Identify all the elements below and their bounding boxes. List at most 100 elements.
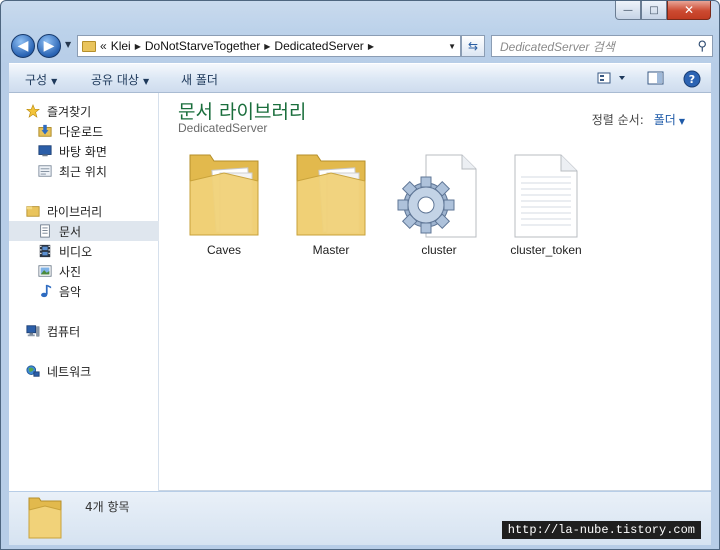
caption-buttons: — □ ✕ xyxy=(615,1,711,21)
folder-icon xyxy=(28,497,62,539)
command-bar: 구성 ▼ 공유 대상 ▼ 새 폴더 ? xyxy=(9,63,711,93)
help-button[interactable]: ? xyxy=(683,70,701,91)
nav-label: 라이브러리 xyxy=(47,204,103,219)
breadcrumb-item[interactable]: Klei xyxy=(111,39,131,53)
nav-computer[interactable]: 컴퓨터 xyxy=(9,321,159,341)
nav-label: 바탕 화면 xyxy=(59,144,107,159)
documents-icon xyxy=(40,224,50,238)
nav-label: 다운로드 xyxy=(59,124,104,139)
new-folder-label: 새 폴더 xyxy=(181,73,218,87)
nav-label: 비디오 xyxy=(59,244,93,259)
file-name: Master xyxy=(312,243,350,257)
recent-places-icon xyxy=(38,165,52,177)
search-placeholder: DedicatedServer 검색 xyxy=(500,39,615,54)
new-folder-button[interactable]: 새 폴더 xyxy=(181,71,218,88)
share-button[interactable]: 공유 대상 ▼ xyxy=(91,71,149,88)
navigation-pane: 즐겨찾기 다운로드 바탕 화면 최근 위치 라이브러리 문서 비디오 사진 음악… xyxy=(9,93,159,491)
chevron-right-icon[interactable]: ▶ xyxy=(264,42,270,51)
nav-item-recent-places[interactable]: 최근 위치 xyxy=(9,161,159,181)
file-name: cluster_token xyxy=(510,243,582,257)
nav-label: 음악 xyxy=(59,284,82,299)
svg-text:?: ? xyxy=(689,73,695,86)
nav-favorites[interactable]: 즐겨찾기 xyxy=(9,101,159,121)
file-item-caves[interactable]: Caves xyxy=(169,149,279,259)
refresh-icon: ⇆ xyxy=(467,39,479,53)
library-icon xyxy=(26,206,40,217)
back-button[interactable]: ◀ xyxy=(11,34,35,58)
file-item-cluster-token[interactable]: cluster_token xyxy=(491,149,601,259)
nav-label: 즐겨찾기 xyxy=(47,104,92,119)
network-icon xyxy=(26,365,40,377)
nav-item-documents[interactable]: 문서 xyxy=(9,221,159,241)
sort-value[interactable]: 폴더 xyxy=(654,113,676,127)
breadcrumb-overflow[interactable]: « xyxy=(100,39,107,53)
maximize-button[interactable]: □ xyxy=(641,1,667,20)
library-subtitle: DedicatedServer xyxy=(178,121,268,135)
nav-label: 사진 xyxy=(59,264,82,279)
file-item-master[interactable]: Master xyxy=(276,149,386,259)
breadcrumb-item[interactable]: DedicatedServer xyxy=(274,39,363,53)
chevron-right-icon[interactable]: ▶ xyxy=(135,42,141,51)
share-label: 공유 대상 xyxy=(91,73,139,87)
pictures-icon xyxy=(38,265,52,277)
content-area: 즐겨찾기 다운로드 바탕 화면 최근 위치 라이브러리 문서 비디오 사진 음악… xyxy=(9,93,711,491)
music-note-icon xyxy=(41,284,52,298)
file-name: Caves xyxy=(206,243,241,257)
breadcrumb-item[interactable]: DoNotStarveTogether xyxy=(145,39,260,53)
nav-item-downloads[interactable]: 다운로드 xyxy=(9,121,159,141)
nav-label: 최근 위치 xyxy=(59,164,107,179)
nav-network[interactable]: 네트워크 xyxy=(9,361,159,381)
file-name: cluster xyxy=(421,243,457,257)
nav-item-desktop[interactable]: 바탕 화면 xyxy=(9,141,159,161)
nav-item-videos[interactable]: 비디오 xyxy=(9,241,159,261)
explorer-window: — □ ✕ ◀ ▶ ▼ « Klei ▶ DoNotStarveTogether… xyxy=(0,0,720,550)
nav-label: 컴퓨터 xyxy=(47,324,81,339)
nav-libraries[interactable]: 라이브러리 xyxy=(9,201,159,221)
folder-icon xyxy=(189,154,259,236)
chevron-down-icon: ▼ xyxy=(51,77,58,86)
star-icon xyxy=(26,104,40,118)
navigation-bar: ◀ ▶ ▼ « Klei ▶ DoNotStarveTogether ▶ Ded… xyxy=(9,31,713,59)
minimize-button[interactable]: — xyxy=(615,1,641,20)
downloads-icon xyxy=(38,124,52,137)
nav-label: 네트워크 xyxy=(47,364,92,379)
organize-label: 구성 xyxy=(25,73,48,87)
text-file-icon xyxy=(514,154,578,238)
sort-control[interactable]: 정렬 순서: 폴더 ▼ xyxy=(592,111,685,128)
chevron-down-icon: ▼ xyxy=(142,77,150,86)
details-pane: 4개 항목 http://la-nube.tistory.com xyxy=(9,492,711,545)
computer-icon xyxy=(26,325,40,337)
arrow-right-icon: ▶ xyxy=(43,38,55,54)
help-icon: ? xyxy=(683,70,701,88)
arrow-left-icon: ◀ xyxy=(17,38,29,54)
address-bar[interactable]: « Klei ▶ DoNotStarveTogether ▶ Dedicated… xyxy=(77,35,461,57)
forward-button[interactable]: ▶ xyxy=(37,34,61,58)
refresh-button[interactable]: ⇆ xyxy=(461,35,485,57)
film-icon xyxy=(39,244,51,258)
watermark: http://la-nube.tistory.com xyxy=(501,521,701,539)
folder-icon xyxy=(296,154,366,236)
desktop-icon xyxy=(38,145,52,157)
chevron-down-icon[interactable]: ▼ xyxy=(679,117,685,126)
preview-pane-button[interactable] xyxy=(647,70,665,89)
folder-icon xyxy=(82,40,96,52)
nav-label: 문서 xyxy=(59,224,82,239)
nav-item-music[interactable]: 음악 xyxy=(9,281,159,301)
chevron-down-icon[interactable]: ▼ xyxy=(448,42,456,51)
chevron-right-icon[interactable]: ▶ xyxy=(368,42,374,51)
nav-item-pictures[interactable]: 사진 xyxy=(9,261,159,281)
sort-label: 정렬 순서: xyxy=(591,113,644,127)
preview-pane-icon xyxy=(647,71,664,85)
file-item-cluster[interactable]: cluster xyxy=(384,149,494,259)
search-icon[interactable]: ⚲ xyxy=(697,38,707,54)
view-options-button[interactable] xyxy=(597,70,627,89)
file-view: 문서 라이브러리 DedicatedServer 정렬 순서: 폴더 ▼ Caves xyxy=(160,93,711,491)
library-title: 문서 라이브러리 xyxy=(178,101,307,123)
organize-button[interactable]: 구성 ▼ xyxy=(25,71,57,88)
settings-file-icon xyxy=(397,154,477,238)
close-button[interactable]: ✕ xyxy=(667,1,711,20)
item-count: 4개 항목 xyxy=(85,500,130,514)
history-dropdown-icon[interactable]: ▼ xyxy=(65,40,71,49)
search-input[interactable]: DedicatedServer 검색 ⚲ xyxy=(491,35,713,57)
view-icon xyxy=(597,72,625,84)
